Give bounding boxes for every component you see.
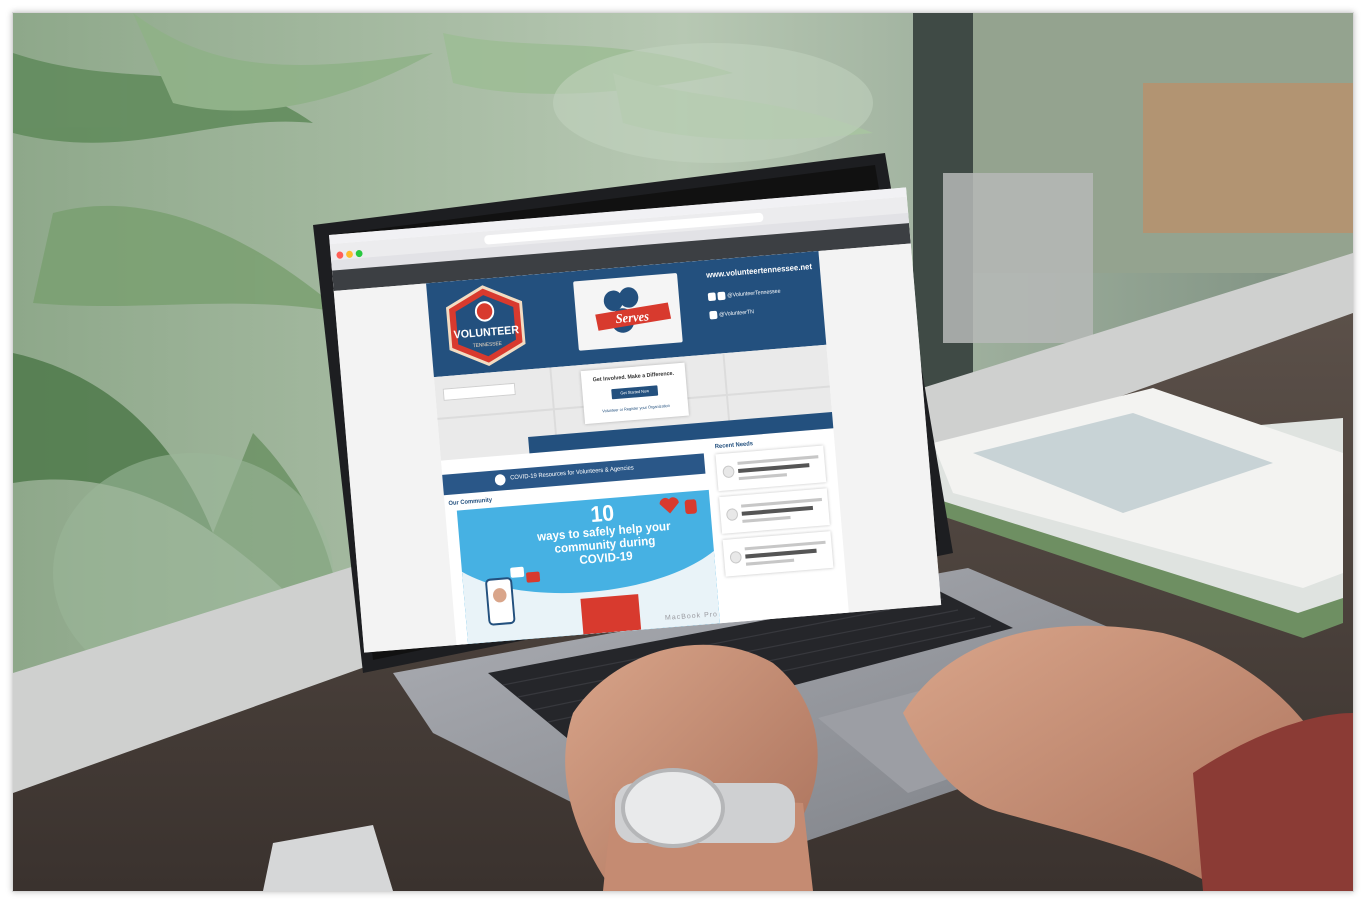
need-location [742, 515, 791, 523]
serves-graphic: Serves [595, 287, 672, 333]
covid-ways-graphic[interactable]: 10 ways to safely help your community du… [456, 489, 721, 645]
tennessee-serves-logo[interactable]: Serves [573, 272, 683, 351]
twitter-icon[interactable] [709, 310, 718, 320]
need-title [737, 463, 810, 474]
svg-text:Serves: Serves [615, 308, 650, 326]
cta-title: Get Involved. Make a Difference. [592, 370, 675, 384]
recent-need-card[interactable] [719, 488, 830, 534]
need-title [745, 548, 817, 559]
recent-needs-heading: Recent Needs [714, 441, 754, 451]
map-info-strip [528, 411, 834, 454]
maximize-window-dot[interactable] [355, 249, 363, 258]
volunteer-tennessee-logo[interactable]: VOLUNTEER TENNESSEE [442, 282, 530, 370]
need-location [745, 558, 795, 566]
need-icon [729, 550, 743, 564]
get-involved-card: Get Involved. Make a Difference. Get Sta… [580, 362, 689, 425]
social-handle-twitter: @VolunteerTN [718, 309, 755, 319]
laptop-screen: VOLUNTEER TENNESSEE Serves www.volunteer… [329, 187, 942, 653]
site-url-text[interactable]: www.volunteertennessee.net [706, 262, 813, 280]
social-instagram-facebook[interactable]: @VolunteerTennessee [707, 284, 820, 302]
state-seal-icon [494, 473, 506, 486]
page-body: VOLUNTEER TENNESSEE Serves www.volunteer… [333, 243, 942, 653]
close-window-dot[interactable] [336, 251, 344, 259]
site-content: VOLUNTEER TENNESSEE Serves www.volunteer… [426, 251, 849, 645]
social-handle-main: @VolunteerTennessee [727, 288, 781, 300]
instagram-icon[interactable] [707, 292, 717, 302]
need-location [738, 473, 788, 481]
social-twitter[interactable]: @VolunteerTN [709, 302, 821, 320]
planter [943, 173, 1093, 343]
need-icon [725, 507, 739, 522]
our-community-heading: Our Community [448, 497, 493, 508]
recent-need-card[interactable] [715, 445, 827, 492]
map-search-input[interactable] [442, 382, 516, 401]
facebook-icon[interactable] [717, 291, 726, 301]
covid-resources-banner[interactable]: COVID-19 Resources for Volunteers & Agen… [442, 453, 706, 496]
need-title [741, 505, 814, 516]
recent-need-card[interactable] [722, 531, 834, 577]
photo-frame: VOLUNTEER TENNESSEE Serves www.volunteer… [12, 12, 1354, 892]
need-icon [722, 465, 735, 479]
minimize-window-dot[interactable] [345, 250, 354, 259]
register-link[interactable]: Volunteer or Register your Organization [590, 402, 683, 415]
covid-banner-text: COVID-19 Resources for Volunteers & Agen… [510, 465, 635, 482]
get-started-button[interactable]: Get Started Now [611, 385, 659, 400]
bench [1143, 83, 1353, 233]
